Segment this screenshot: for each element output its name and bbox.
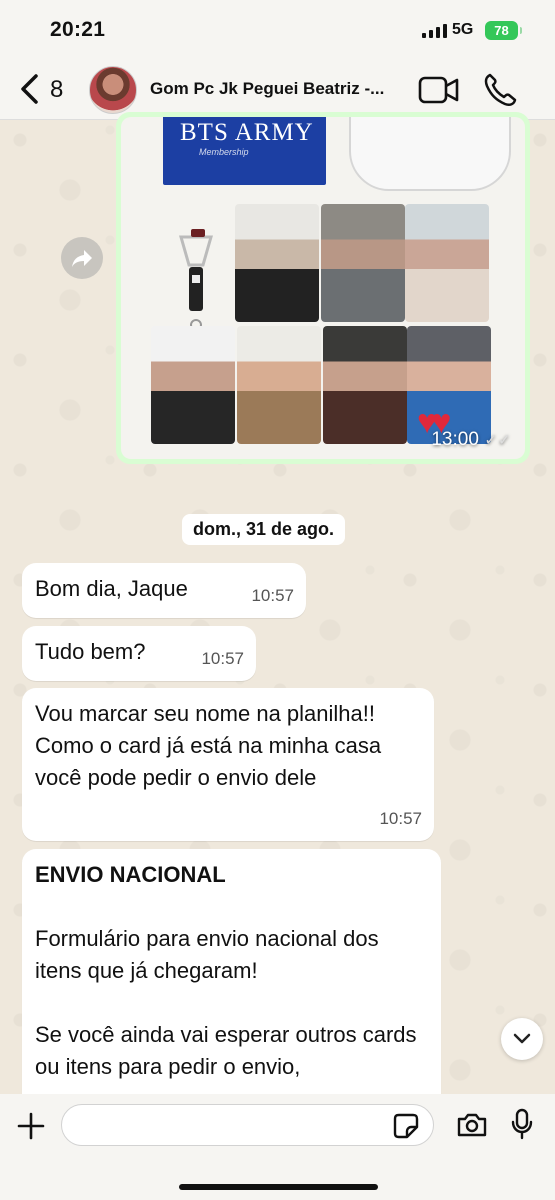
message-bubble[interactable]: Vou marcar seu nome na planilha!! Como o… [22, 688, 434, 841]
message-time: 10:57 [251, 586, 294, 605]
message-input[interactable] [61, 1104, 434, 1146]
box-subtitle: Membership [199, 147, 249, 157]
status-time: 20:21 [50, 18, 106, 41]
plus-icon[interactable] [17, 1112, 45, 1140]
video-call-icon[interactable] [418, 75, 460, 105]
photocard [151, 326, 235, 444]
network-type: 5G [452, 21, 474, 38]
message-heading: ENVIO NACIONAL [35, 862, 226, 887]
chat-header: 8 Gom Pc Jk Peguei Beatriz -... [0, 60, 555, 120]
photocard [321, 204, 405, 322]
contact-name[interactable]: Gom Pc Jk Peguei Beatriz -... [150, 79, 405, 99]
box-title: BTS ARMY [180, 119, 314, 146]
forward-button[interactable] [61, 237, 103, 279]
message-paragraph: Formulário para envio nacional dos itens… [35, 926, 379, 983]
photocard [237, 326, 321, 444]
forward-icon [72, 250, 92, 267]
message-time: 10:57 [379, 809, 422, 828]
message-bubble[interactable]: Tudo bem? 10:57 [22, 626, 256, 681]
message-text: Vou marcar seu nome na planilha!! Como o… [35, 701, 382, 790]
date-separator: dom., 31 de ago. [182, 514, 346, 545]
message-paragraph: Se você ainda vai esperar outros cards o… [35, 1022, 417, 1079]
image-timestamp: 13:00 ✓✓ [431, 429, 511, 451]
bts-army-box: BTS ARMY Membership [163, 117, 326, 185]
chevron-down-icon [513, 1033, 531, 1044]
scroll-to-bottom-button[interactable] [501, 1018, 543, 1060]
image-time: 13:00 [431, 429, 479, 450]
message-text: Bom dia, Jaque [35, 576, 188, 601]
message-text: Tudo bem? [35, 639, 146, 664]
battery-level: 78 [494, 23, 509, 38]
read-ticks-icon: ✓✓ [484, 432, 511, 449]
phone-icon[interactable] [482, 72, 518, 108]
camera-icon[interactable] [456, 1112, 488, 1138]
battery-icon: 78 [485, 21, 522, 40]
status-bar: 20:21 5G 78 [0, 0, 555, 60]
microphone-icon[interactable] [511, 1108, 533, 1140]
chevron-left-icon[interactable] [16, 73, 46, 105]
message-bubble[interactable]: ENVIO NACIONAL Formulário para envio nac… [22, 849, 441, 1109]
message-time: 10:57 [201, 649, 244, 668]
photocard [405, 204, 489, 322]
message-bubble[interactable]: Bom dia, Jaque 10:57 [22, 563, 306, 618]
lightstick-keyring [179, 229, 213, 331]
lightstick-case [349, 117, 511, 191]
photocard [235, 204, 319, 322]
image-message[interactable]: BTS ARMY Membership ♥♥ 13:00 ✓✓ [116, 112, 530, 464]
home-indicator[interactable] [179, 1184, 378, 1190]
photocard [323, 326, 407, 444]
contact-avatar[interactable] [89, 66, 137, 114]
unread-chats-count[interactable]: 8 [50, 76, 63, 104]
photocards-photo[interactable]: BTS ARMY Membership ♥♥ 13:00 ✓✓ [121, 117, 525, 459]
sticker-icon[interactable] [393, 1113, 419, 1139]
signal-icon [422, 24, 447, 38]
